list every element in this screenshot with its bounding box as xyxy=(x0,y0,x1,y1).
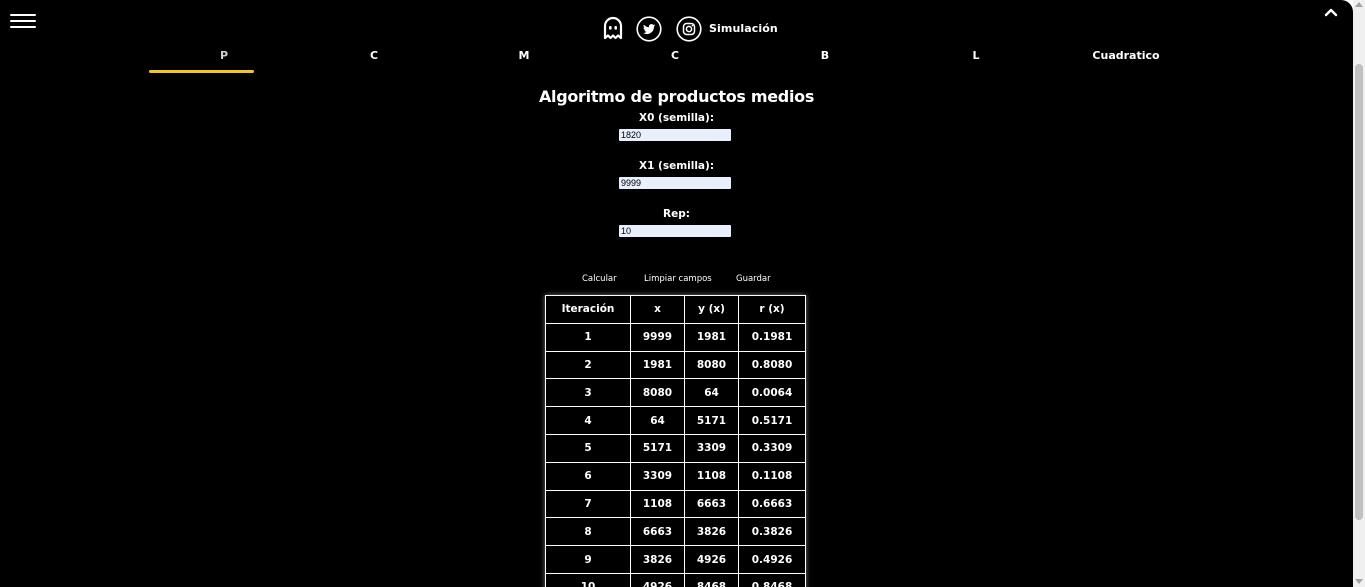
cell-y: 6663 xyxy=(684,489,739,519)
tab-c-second[interactable]: C xyxy=(600,44,750,70)
brand-label: Simulación xyxy=(709,22,778,35)
vertical-scrollbar[interactable] xyxy=(1353,0,1365,587)
cell-iteracion: 8 xyxy=(545,517,631,547)
cell-y: 1108 xyxy=(684,461,739,491)
results-table: Iteración x y (x) r (x) 1 9999 1981 0.19… xyxy=(545,295,806,587)
cell-r: 0.8468 xyxy=(738,572,806,587)
save-button[interactable]: Guardar xyxy=(736,273,771,285)
cell-x: 9999 xyxy=(630,322,685,352)
instagram-icon[interactable] xyxy=(676,16,702,42)
tab-b[interactable]: B xyxy=(750,44,900,70)
scroll-down-arrow-icon[interactable] xyxy=(1355,579,1363,584)
cell-x: 3826 xyxy=(630,545,685,574)
cell-y: 1981 xyxy=(684,322,739,352)
cell-r: 0.0064 xyxy=(738,378,806,408)
cell-x: 1981 xyxy=(630,350,685,380)
cell-iteracion: 4 xyxy=(545,406,631,435)
cell-y: 3826 xyxy=(684,517,739,547)
cell-iteracion: 7 xyxy=(545,489,631,519)
chevron-up-icon[interactable] xyxy=(1323,6,1339,18)
table-row: 9 3826 4926 0.4926 xyxy=(545,545,806,574)
cell-r: 0.8080 xyxy=(738,350,806,380)
header-y: y (x) xyxy=(684,295,739,324)
cell-y: 64 xyxy=(684,378,739,408)
cell-x: 1108 xyxy=(630,489,685,519)
cell-r: 0.3826 xyxy=(738,517,806,547)
tab-m[interactable]: M xyxy=(449,44,599,70)
table-row: 6 3309 1108 0.1108 xyxy=(545,461,806,491)
method-tabs: P C M C B L Cuadratico xyxy=(149,44,1204,74)
ghost-icon[interactable] xyxy=(600,16,626,42)
table-row: 8 6663 3826 0.3826 xyxy=(545,517,806,547)
cell-r: 0.1981 xyxy=(738,322,806,352)
cell-r: 0.4926 xyxy=(738,545,806,574)
cell-y: 3309 xyxy=(684,433,739,463)
table-row: 10 4926 8468 0.8468 xyxy=(545,572,806,587)
cell-iteracion: 6 xyxy=(545,461,631,491)
header-x: x xyxy=(630,295,685,324)
x1-label: X1 (semilla): xyxy=(638,160,715,172)
tab-cuadratico[interactable]: Cuadratico xyxy=(1051,44,1201,70)
cell-y: 4926 xyxy=(684,545,739,574)
page-title: Algoritmo de productos medios xyxy=(538,87,815,106)
cell-r: 0.1108 xyxy=(738,461,806,491)
cell-iteracion: 5 xyxy=(545,433,631,463)
rep-input[interactable] xyxy=(619,225,731,237)
table-row: 3 8080 64 0.0064 xyxy=(545,378,806,408)
x1-input[interactable] xyxy=(619,177,731,189)
app-container: Simulación P C M C B L Cuadratico Algori… xyxy=(0,0,1353,587)
table-row: 7 1108 6663 0.6663 xyxy=(545,489,806,519)
x0-input[interactable] xyxy=(619,129,731,141)
twitter-icon[interactable] xyxy=(636,16,662,42)
cell-r: 0.3309 xyxy=(738,433,806,463)
cell-iteracion: 1 xyxy=(545,322,631,352)
cell-x: 3309 xyxy=(630,461,685,491)
table-row: 5 5171 3309 0.3309 xyxy=(545,433,806,463)
x0-label: X0 (semilla): xyxy=(638,112,715,124)
clear-fields-button[interactable]: Limpiar campos xyxy=(644,273,712,285)
scroll-up-arrow-icon[interactable] xyxy=(1355,2,1363,7)
cell-y: 8080 xyxy=(684,350,739,380)
cell-r: 0.6663 xyxy=(738,489,806,519)
cell-x: 64 xyxy=(630,406,685,435)
table-row: 1 9999 1981 0.1981 xyxy=(545,322,806,352)
header-iteracion: Iteración xyxy=(545,295,631,324)
cell-r: 0.5171 xyxy=(738,406,806,435)
tab-l[interactable]: L xyxy=(901,44,1051,70)
cell-x: 4926 xyxy=(630,572,685,587)
table-row: 2 1981 8080 0.8080 xyxy=(545,350,806,380)
header-r: r (x) xyxy=(738,295,806,324)
cell-x: 8080 xyxy=(630,378,685,408)
cell-iteracion: 2 xyxy=(545,350,631,380)
cell-iteracion: 3 xyxy=(545,378,631,408)
cell-y: 8468 xyxy=(684,572,739,587)
hamburger-menu-icon[interactable] xyxy=(10,14,36,32)
cell-iteracion: 10 xyxy=(545,572,631,587)
scrollbar-thumb[interactable] xyxy=(1355,64,1363,520)
active-tab-indicator xyxy=(149,70,254,73)
table-header-row: Iteración x y (x) r (x) xyxy=(545,295,806,324)
cell-y: 5171 xyxy=(684,406,739,435)
calculate-button[interactable]: Calcular xyxy=(582,273,617,285)
cell-x: 5171 xyxy=(630,433,685,463)
table-row: 4 64 5171 0.5171 xyxy=(545,406,806,435)
cell-iteracion: 9 xyxy=(545,545,631,574)
tab-p[interactable]: P xyxy=(149,44,299,70)
rep-label: Rep: xyxy=(663,208,690,220)
cell-x: 6663 xyxy=(630,517,685,547)
tab-c[interactable]: C xyxy=(299,44,449,70)
